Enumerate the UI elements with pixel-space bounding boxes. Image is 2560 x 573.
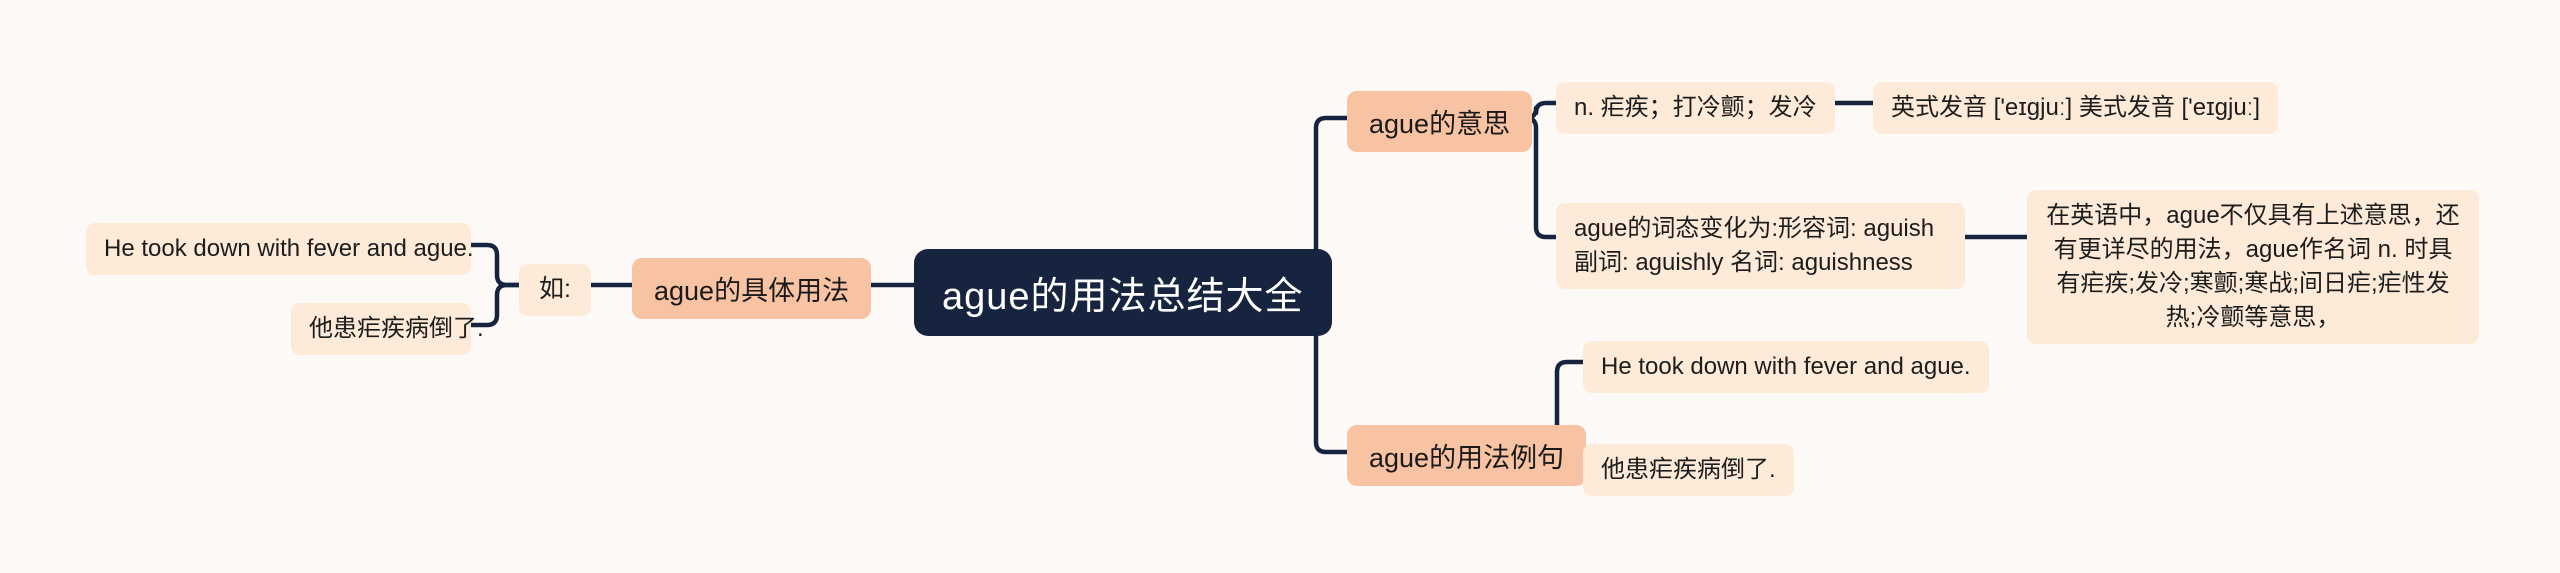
pronunciation-node[interactable]: 英式发音 ['eɪgjuː] 美式发音 ['eɪgjuː] (1873, 82, 2279, 135)
left-example-2[interactable]: 他患疟疾病倒了. (291, 303, 484, 356)
meaning-definition-label: n. 疟疾；打冷颤；发冷 (1574, 94, 1817, 121)
right-example-2-label: 他患疟疾病倒了. (1601, 456, 1776, 483)
left-connector-node[interactable]: 如: (519, 264, 591, 316)
extended-meaning-node[interactable]: 在英语中，ague不仅具有上述意思，还有更详尽的用法，ague作名词 n. 时具… (2027, 190, 2479, 345)
link-leftexample1-to-ru (468, 242, 522, 288)
left-example-1[interactable]: He took down with fever and ague. (86, 223, 474, 276)
root-label: ague的用法总结大全 (942, 276, 1304, 318)
branch-examples[interactable]: ague的用法例句 (1347, 425, 1587, 486)
right-example-1[interactable]: He took down with fever and ague. (1583, 341, 1989, 394)
left-example-1-label: He took down with fever and ague. (104, 235, 474, 262)
pronunciation-label: 英式发音 ['eɪgjuː] 美式发音 ['eɪgjuː] (1891, 94, 2261, 121)
branch-usage-label: ague的具体用法 (654, 276, 850, 306)
branch-meaning-label: ague的意思 (1369, 109, 1511, 139)
right-example-2[interactable]: 他患疟疾病倒了. (1583, 444, 1794, 497)
branch-examples-label: ague的用法例句 (1369, 443, 1565, 473)
branch-meaning[interactable]: ague的意思 (1347, 91, 1533, 152)
word-forms-node[interactable]: ague的词态变化为:形容词: aguish 副词: aguishly 名词: … (1556, 203, 1965, 290)
root-node[interactable]: ague的用法总结大全 (914, 249, 1332, 336)
right-example-1-label: He took down with fever and ague. (1601, 353, 1971, 380)
left-example-2-label: 他患疟疾病倒了. (309, 315, 484, 342)
mindmap-canvas: He took down with fever and ague. 他患疟疾病倒… (0, 0, 2560, 573)
meaning-definition[interactable]: n. 疟疾；打冷颤；发冷 (1556, 82, 1835, 135)
left-connector-label: 如: (539, 275, 571, 303)
branch-usage[interactable]: ague的具体用法 (632, 258, 872, 319)
extended-meaning-label: 在英语中，ague不仅具有上述意思，还有更详尽的用法，ague作名词 n. 时具… (2046, 202, 2460, 332)
word-forms-label: ague的词态变化为:形容词: aguish 副词: aguishly 名词: … (1574, 215, 1935, 277)
